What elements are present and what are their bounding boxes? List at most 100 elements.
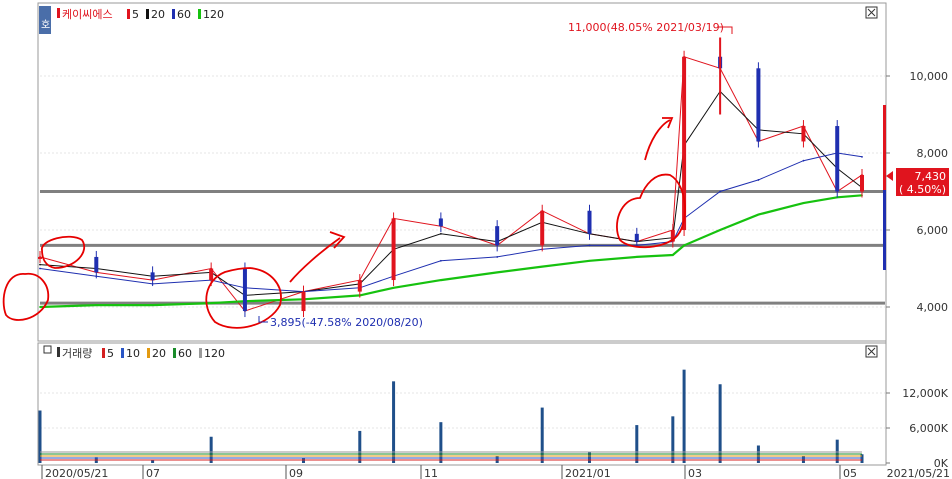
- ma-point-120: [392, 286, 395, 289]
- ma-point-120: [541, 265, 544, 268]
- price-tick-label: 4,000: [917, 301, 949, 314]
- volume-ma-legend-label: 120: [204, 347, 225, 360]
- price-candle-body: [835, 126, 840, 192]
- ma-point-20: [439, 232, 442, 235]
- price-candle-body: [801, 126, 806, 142]
- ma-line-20: [39, 90, 863, 296]
- volume-ma-legend-label: 60: [178, 347, 192, 360]
- volume-tick-label: 6,000K: [909, 422, 948, 435]
- price-candle-body: [209, 268, 214, 281]
- price-ma-legend-swatch: [198, 9, 201, 19]
- price-candle-body: [438, 218, 443, 227]
- ma-point-120: [635, 256, 638, 258]
- high-annotation: 11,000(48.05% 2021/03/19): [568, 21, 724, 34]
- ma-point-60: [39, 267, 41, 270]
- price-candle-body: [150, 272, 155, 281]
- price-ma-legend-label: 20: [151, 8, 165, 21]
- volume-ma-legend-label: 5: [107, 347, 114, 360]
- ma-point-60: [861, 155, 863, 158]
- ma-point-60: [439, 259, 442, 262]
- price-panel-frame: [37, 2, 887, 342]
- price-tick-label: 8,000: [917, 147, 949, 160]
- price-ma-legend-swatch: [127, 9, 130, 19]
- x-end-label: 2021/05/21: [887, 467, 950, 479]
- ma-point-120: [95, 304, 98, 306]
- hand-drawn-annotation: [644, 119, 671, 161]
- volume-ma-legend-swatch: [199, 348, 202, 358]
- x-tick-label: 09: [289, 467, 303, 479]
- volume-ma-legend-swatch: [102, 348, 105, 358]
- price-candle-body: [495, 226, 500, 246]
- price-ma-legend-label: 5: [132, 8, 139, 21]
- volume-bar: [301, 458, 305, 463]
- price-candle-body: [756, 68, 761, 142]
- price-panel-close-button[interactable]: [865, 6, 878, 19]
- ma-point-120: [39, 306, 41, 308]
- volume-checkbox-icon[interactable]: [43, 345, 52, 354]
- price-candle-body: [860, 174, 864, 192]
- volume-bar: [682, 369, 686, 463]
- volume-ma-legend-swatch: [121, 348, 124, 358]
- price-ma-legend-swatch: [146, 9, 149, 19]
- low-annotation: 3,895(-47.58% 2020/08/20): [270, 316, 423, 329]
- price-candle-body: [587, 210, 592, 234]
- volume-legend-title: 거래량: [62, 347, 92, 360]
- price-candle-body: [634, 233, 639, 242]
- current-change: ( 4.50%): [899, 183, 946, 196]
- x-tick-label: 2021/01: [565, 467, 611, 479]
- volume-bar: [392, 381, 396, 463]
- price-candle-body: [38, 256, 42, 259]
- volume-bar: [38, 410, 42, 463]
- price-ma-legend-swatch: [172, 9, 175, 19]
- ma-point-120: [588, 259, 591, 262]
- volume-bar: [718, 384, 722, 463]
- volume-bar: [635, 425, 639, 463]
- ma-point-120: [210, 302, 213, 305]
- ma-line-5: [39, 56, 863, 312]
- ma-point-20: [39, 263, 41, 266]
- price-candle-body: [94, 256, 99, 273]
- ma-point-120: [757, 213, 760, 216]
- ma-point-120: [439, 279, 442, 281]
- volume-ma-legend-label: 10: [126, 347, 140, 360]
- ma-point-120: [802, 202, 805, 204]
- price-candle-body: [357, 280, 362, 292]
- chart-menu-icon-glyph: 호: [41, 19, 50, 31]
- volume-ma-legend-swatch: [147, 348, 150, 358]
- price-candle-body: [540, 210, 545, 246]
- price-ma-legend-label: 60: [177, 8, 191, 21]
- price-tick-label: 6,000: [917, 224, 949, 237]
- price-candle-body: [301, 291, 306, 312]
- ma-line-120: [39, 194, 863, 309]
- x-tick-label: 2020/05/21: [45, 467, 108, 479]
- volume-legend: 거래량 5 10 20 60 120: [57, 347, 225, 360]
- volume-tick-label: 12,000K: [902, 387, 948, 400]
- range-bar-up: [883, 105, 886, 190]
- current-price: 7,430: [915, 170, 947, 183]
- price-legend-title: 케이씨에스: [62, 8, 113, 21]
- volume-bar: [439, 422, 443, 463]
- hand-drawn-annotation: [662, 117, 674, 129]
- ma-point-60: [496, 256, 499, 258]
- volume-ma-legend-swatch: [173, 348, 176, 358]
- x-tick-label: 03: [688, 467, 702, 479]
- ma-point-60: [719, 190, 722, 193]
- volume-panel-close-button[interactable]: [865, 345, 878, 358]
- ma-point-120: [496, 271, 499, 274]
- ma-point-60: [757, 179, 760, 181]
- ma-point-120: [719, 229, 722, 231]
- price-ma-legend-label: 120: [203, 8, 224, 21]
- ma-point-60: [802, 159, 805, 162]
- current-price-box: 7,430 ( 4.50%): [886, 168, 949, 196]
- price-candle-body: [391, 218, 396, 281]
- volume-bar: [209, 436, 213, 463]
- range-bar-down: [883, 190, 886, 270]
- volume-bar: [540, 407, 544, 463]
- hand-drawn-annotation: [2, 273, 50, 321]
- x-tick-label: 11: [424, 467, 438, 479]
- x-tick-label: 05: [843, 467, 857, 479]
- ma-point-120: [151, 304, 154, 306]
- ma-point-60: [588, 244, 591, 247]
- stock-chart: 호 케이씨에스 5 20 60 120 거래량 5 10 20 60 120 4,000 6,0…: [2, 2, 950, 479]
- volume-ma-legend-label: 20: [152, 347, 166, 360]
